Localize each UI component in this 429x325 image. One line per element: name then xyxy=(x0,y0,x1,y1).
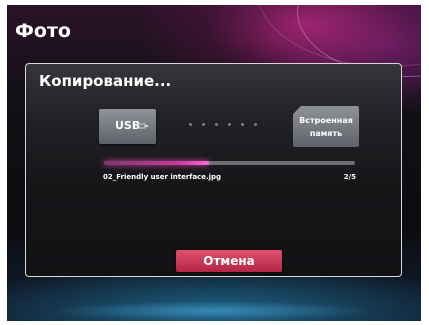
dialog-title: Копирование... xyxy=(39,72,172,90)
transfer-dot xyxy=(241,123,244,126)
transfer-dot xyxy=(254,123,257,126)
transfer-dots xyxy=(189,123,259,129)
file-count: 2/5 xyxy=(343,173,356,181)
destination-label: Встроенная память xyxy=(299,116,353,138)
copy-dialog: Копирование... USB Встроенная память 02_… xyxy=(25,63,402,277)
progress-bar xyxy=(104,161,355,165)
transfer-dot xyxy=(189,123,192,126)
transfer-dot xyxy=(228,123,231,126)
app-title: Фото xyxy=(15,20,71,42)
progress-fill xyxy=(104,161,210,165)
transfer-dot xyxy=(202,123,205,126)
tv-screen: Фото Копирование... USB Встроенная памят… xyxy=(7,5,421,321)
source-device: USB xyxy=(99,109,156,144)
transfer-dot xyxy=(215,123,218,126)
destination-device: Встроенная память xyxy=(293,106,359,147)
cancel-button[interactable]: Отмена xyxy=(176,250,282,272)
file-name: 02_Friendly user interface.jpg xyxy=(103,173,222,181)
usb-icon xyxy=(137,123,148,129)
bottom-glow xyxy=(47,301,377,321)
